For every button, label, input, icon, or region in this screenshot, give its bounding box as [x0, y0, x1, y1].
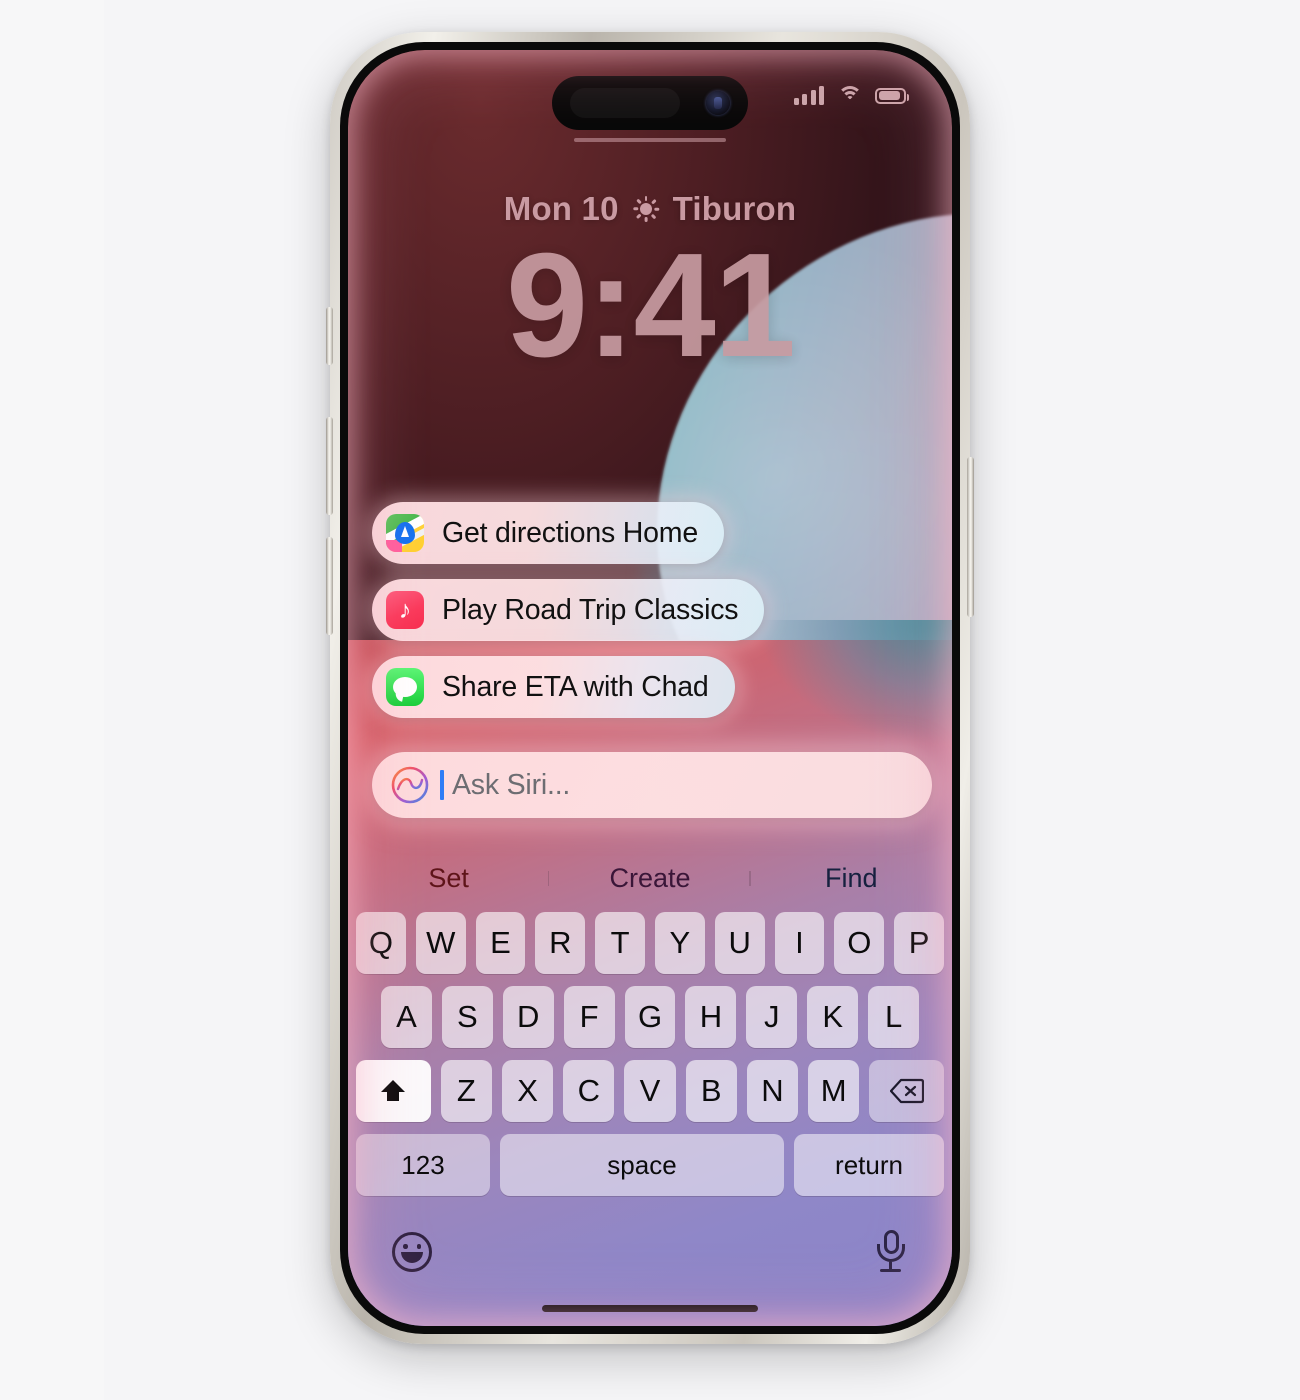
wifi-icon — [837, 86, 862, 105]
keyboard-row-4: 123 space return — [348, 1134, 952, 1196]
key-s[interactable]: S — [441, 986, 493, 1048]
power-button[interactable] — [967, 457, 974, 617]
siri-suggestion-directions[interactable]: Get directions Home — [372, 502, 724, 564]
siri-suggestion-music[interactable]: ♪ Play Road Trip Classics — [372, 579, 765, 641]
text-cursor — [440, 770, 444, 800]
numbers-key[interactable]: 123 — [356, 1134, 490, 1196]
status-bar-underline — [574, 138, 726, 142]
key-x[interactable]: X — [501, 1060, 554, 1122]
key-i[interactable]: I — [774, 912, 825, 974]
siri-suggestion-label: Play Road Trip Classics — [442, 593, 739, 626]
key-t[interactable]: T — [595, 912, 645, 974]
maps-app-icon — [386, 514, 424, 552]
device-bezel: Mon 10 Tiburon 9:41 Get directions Home … — [340, 42, 960, 1334]
key-j[interactable]: J — [746, 986, 798, 1048]
key-k[interactable]: K — [807, 986, 859, 1048]
microphone-key-icon[interactable] — [874, 1230, 908, 1274]
sun-icon — [632, 196, 659, 222]
backspace-glyph-icon — [889, 1078, 924, 1104]
predictive-text-bar: Set Create Find — [348, 850, 952, 906]
siri-suggestions-list: Get directions Home ♪ Play Road Trip Cla… — [348, 502, 952, 733]
home-indicator[interactable] — [542, 1305, 758, 1312]
emoji-key-icon[interactable] — [392, 1232, 432, 1272]
keyboard-row-1: Q W E R T Y U I O P — [348, 912, 952, 974]
ask-siri-placeholder: Ask Siri... — [452, 768, 571, 801]
battery-icon — [875, 87, 909, 104]
backspace-key-icon[interactable] — [869, 1060, 945, 1122]
key-r[interactable]: R — [535, 912, 586, 974]
volume-down-button[interactable] — [326, 537, 333, 635]
siri-suggestion-messages[interactable]: Share ETA with Chad — [372, 656, 735, 718]
prediction-create[interactable]: Create — [549, 863, 751, 894]
music-app-icon: ♪ — [386, 591, 424, 629]
shift-key-icon[interactable] — [356, 1060, 431, 1122]
status-bar-indicators — [793, 86, 909, 105]
return-key[interactable]: return — [794, 1134, 944, 1196]
key-b[interactable]: B — [685, 1060, 737, 1122]
keyboard-row-3: Z X C V B N M — [348, 1060, 952, 1122]
key-m[interactable]: M — [808, 1060, 860, 1122]
key-g[interactable]: G — [624, 986, 676, 1048]
key-o[interactable]: O — [834, 912, 885, 974]
front-camera-icon — [706, 91, 730, 115]
key-y[interactable]: Y — [655, 912, 705, 974]
messages-app-icon — [386, 668, 424, 706]
key-n[interactable]: N — [746, 1060, 799, 1122]
volume-up-button[interactable] — [326, 417, 333, 515]
keyboard-row-2: A S D F G H J K L — [348, 986, 952, 1048]
lock-screen-clock: 9:41 — [505, 223, 796, 388]
key-h[interactable]: H — [685, 986, 737, 1048]
cellular-bars-icon — [793, 86, 824, 105]
key-z[interactable]: Z — [440, 1060, 492, 1122]
prediction-set[interactable]: Set — [348, 863, 550, 894]
key-c[interactable]: C — [563, 1060, 615, 1122]
dynamic-island-pill — [570, 88, 680, 118]
key-u[interactable]: U — [714, 912, 765, 974]
key-w[interactable]: W — [415, 912, 466, 974]
on-screen-keyboard: Q W E R T Y U I O P A S D F G H J K L Z … — [348, 912, 952, 1326]
key-a[interactable]: A — [381, 986, 432, 1048]
siri-suggestion-label: Share ETA with Chad — [442, 670, 709, 703]
key-v[interactable]: V — [624, 1060, 676, 1122]
key-f[interactable]: F — [563, 986, 615, 1048]
key-d[interactable]: D — [502, 986, 554, 1048]
space-key[interactable]: space — [500, 1134, 784, 1196]
key-e[interactable]: E — [475, 912, 526, 974]
page-background — [0, 0, 104, 1400]
ask-siri-input[interactable]: Ask Siri... — [372, 752, 932, 818]
keyboard-bottom-row — [348, 1224, 952, 1280]
siri-suggestion-label: Get directions Home — [442, 516, 698, 549]
siri-orb-icon — [391, 766, 429, 804]
key-l[interactable]: L — [868, 986, 920, 1048]
shift-arrow-icon — [381, 1080, 406, 1101]
key-p[interactable]: P — [894, 912, 944, 974]
iphone-device-frame: Mon 10 Tiburon 9:41 Get directions Home … — [326, 32, 974, 1344]
prediction-find[interactable]: Find — [751, 863, 952, 894]
phone-screen: Mon 10 Tiburon 9:41 Get directions Home … — [348, 50, 952, 1326]
key-q[interactable]: Q — [356, 912, 406, 974]
dynamic-island[interactable] — [552, 76, 748, 130]
action-button[interactable] — [326, 307, 333, 365]
screenshot-canvas: Mon 10 Tiburon 9:41 Get directions Home … — [0, 0, 1300, 1400]
